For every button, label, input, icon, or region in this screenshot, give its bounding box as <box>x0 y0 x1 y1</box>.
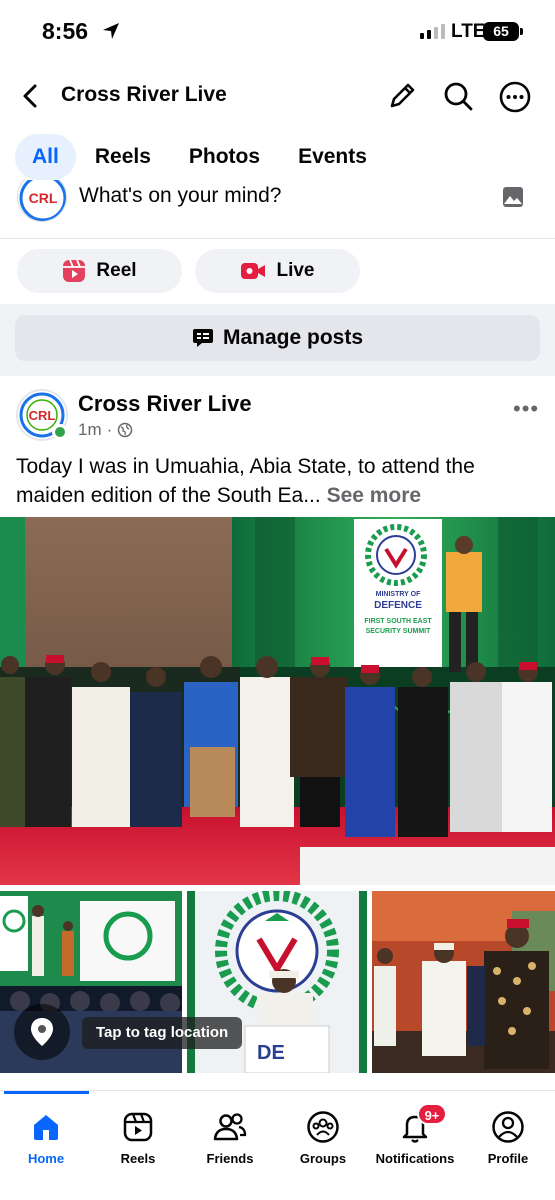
manage-posts-icon <box>192 329 213 347</box>
post-options-icon[interactable]: ••• <box>513 396 539 422</box>
battery-icon: 65 <box>483 22 523 41</box>
nav-home-label: Home <box>27 1151 65 1166</box>
globe-icon <box>118 422 133 438</box>
location-pin-icon <box>31 1018 53 1046</box>
reels-icon <box>123 1112 153 1142</box>
friends-icon <box>213 1113 247 1141</box>
manage-posts-button[interactable]: Manage posts <box>15 315 540 361</box>
chevron-left-icon[interactable] <box>18 82 44 110</box>
nav-groups-label: Groups <box>299 1151 347 1166</box>
svg-text:CRL: CRL <box>29 408 56 423</box>
tab-events[interactable]: Events <box>281 134 384 180</box>
tab-bar: All Reels Photos Events <box>15 133 384 181</box>
banner-line1: MINISTRY OF <box>376 591 421 598</box>
banner-line4: SECURITY SUMMIT <box>366 628 432 635</box>
nav-home[interactable]: Home <box>0 1109 92 1166</box>
tag-location-label[interactable]: Tap to tag location <box>82 1017 243 1049</box>
photo-icon[interactable] <box>502 186 524 208</box>
live-label: Live <box>276 260 315 281</box>
svg-text:CRL: CRL <box>29 190 58 206</box>
live-button[interactable]: Live <box>195 249 360 293</box>
nav-profile-label: Profile <box>487 1151 529 1166</box>
page-avatar[interactable]: CRL <box>17 180 67 222</box>
page-title: Cross River Live <box>61 83 227 106</box>
network-type: LTE <box>451 21 486 42</box>
bottom-nav: Home Reels Friends Groups 9+ Notificatio… <box>0 1090 555 1200</box>
page-header: Cross River Live <box>0 70 555 122</box>
nav-profile[interactable]: Profile <box>462 1109 554 1166</box>
profile-icon <box>492 1111 524 1143</box>
home-icon <box>34 1115 58 1140</box>
nav-groups[interactable]: Groups <box>277 1109 369 1166</box>
online-status-dot <box>52 424 68 440</box>
meta-separator-dot: · <box>106 420 113 439</box>
divider <box>0 238 555 239</box>
post-time[interactable]: 1m <box>78 420 102 440</box>
banner-line2: DEFENCE <box>374 600 422 611</box>
event-photo: MINISTRY OF DEFENCE FIRST SOUTH EAST SEC… <box>0 517 555 885</box>
reel-label: Reel <box>96 260 137 281</box>
reel-icon <box>63 259 86 282</box>
tab-all[interactable]: All <box>15 134 76 180</box>
battery-level: 65 <box>493 23 509 39</box>
reel-button[interactable]: Reel <box>17 249 182 293</box>
tab-photos[interactable]: Photos <box>172 134 277 180</box>
signal-icon <box>420 24 445 39</box>
post-photo-thumb-3[interactable] <box>372 891 555 1073</box>
active-tab-indicator <box>4 1091 89 1094</box>
post-meta: 1m · <box>78 420 133 440</box>
search-icon[interactable] <box>442 80 474 112</box>
crl-logo: CRL <box>19 180 66 221</box>
post-composer[interactable]: CRL What's on your mind? <box>0 180 555 238</box>
groups-icon <box>307 1111 339 1143</box>
nav-notifications[interactable]: 9+ Notifications <box>369 1103 461 1166</box>
status-time: 8:56 <box>42 18 89 44</box>
nav-reels[interactable]: Reels <box>92 1109 184 1166</box>
arrival-photo <box>372 891 555 1073</box>
tag-location-button[interactable] <box>14 1004 70 1060</box>
post-main-photo[interactable]: MINISTRY OF DEFENCE FIRST SOUTH EAST SEC… <box>0 517 555 885</box>
nav-friends[interactable]: Friends <box>184 1109 276 1166</box>
nav-reels-label: Reels <box>120 1151 156 1166</box>
nav-friends-label: Friends <box>206 1151 254 1166</box>
status-bar: 8:56 LTE 65 <box>0 0 555 62</box>
notification-badge: 9+ <box>417 1103 447 1125</box>
banner-line3: FIRST SOUTH EAST <box>364 618 432 625</box>
podium-text: DE <box>257 1042 285 1064</box>
location-arrow-icon <box>103 23 119 39</box>
more-icon[interactable] <box>498 80 532 114</box>
tab-reels[interactable]: Reels <box>78 134 168 180</box>
composer-placeholder[interactable]: What's on your mind? <box>79 184 281 208</box>
manage-posts-label: Manage posts <box>222 326 364 349</box>
post-text: Today I was in Umuahia, Abia State, to a… <box>16 452 546 510</box>
nav-notifications-label: Notifications <box>375 1151 455 1166</box>
pencil-icon[interactable] <box>386 80 418 112</box>
live-video-icon <box>241 263 266 279</box>
post-author-name[interactable]: Cross River Live <box>78 391 252 417</box>
see-more-link[interactable]: See more <box>327 484 422 507</box>
